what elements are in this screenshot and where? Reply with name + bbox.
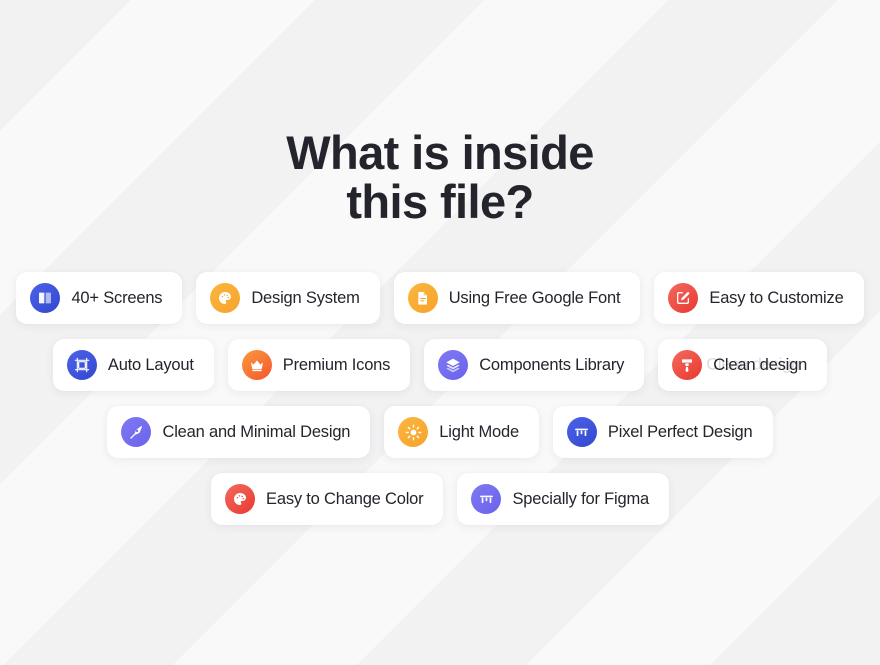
feature-card-components-library[interactable]: Components Library xyxy=(424,339,645,391)
feature-card-40-screens[interactable]: 40+ Screens xyxy=(16,272,183,324)
crown-icon xyxy=(241,350,272,380)
feature-card-label: Light Mode xyxy=(439,422,519,441)
feature-card-label: 40+ Screens xyxy=(71,288,163,307)
feature-row: Easy to Change Color Specially for Figma xyxy=(0,473,880,525)
feature-card-premium-icons[interactable]: Premium Icons xyxy=(227,339,411,391)
feature-card-label: Specially for Figma xyxy=(512,489,649,508)
feature-row: 40+ Screens Design System Using Free Goo… xyxy=(0,272,880,324)
feature-card-clean-design[interactable]: Clean design Clean design xyxy=(658,339,828,391)
palette-icon xyxy=(225,484,256,514)
feature-card-label: Auto Layout xyxy=(107,355,194,374)
feature-card-clean-minimal-design[interactable]: Clean and Minimal Design xyxy=(107,406,371,458)
book-icon xyxy=(30,283,61,313)
feature-card-label: Clean and Minimal Design xyxy=(162,422,351,441)
feature-card-design-system[interactable]: Design System xyxy=(196,272,380,324)
feature-card-grid: 40+ Screens Design System Using Free Goo… xyxy=(0,272,880,540)
paint-brush-icon xyxy=(672,350,703,380)
feature-card-pixel-perfect-design[interactable]: Pixel Perfect Design xyxy=(552,406,773,458)
edit-pencil-icon xyxy=(668,283,699,313)
feature-card-specially-for-figma[interactable]: Specially for Figma xyxy=(457,473,669,525)
feature-card-label: Components Library xyxy=(479,355,625,374)
feature-card-label: Pixel Perfect Design xyxy=(607,422,753,441)
feature-card-auto-layout[interactable]: Auto Layout xyxy=(52,339,214,391)
feature-card-label: Easy to Change Color xyxy=(266,489,424,508)
pen-nib-icon xyxy=(121,417,152,447)
page-title-line-1: What is inside xyxy=(286,126,594,179)
feature-row: Clean and Minimal Design Light Mode Pixe… xyxy=(0,406,880,458)
feature-card-google-font[interactable]: Using Free Google Font xyxy=(393,272,641,324)
feature-card-label: Premium Icons xyxy=(282,355,391,374)
feature-card-label: Design System xyxy=(251,288,360,307)
page-title: What is inside this file? xyxy=(286,128,594,226)
sun-icon xyxy=(398,417,429,447)
pixel-grid-icon xyxy=(471,484,502,514)
layers-icon xyxy=(438,350,469,380)
feature-card-easy-customize[interactable]: Easy to Customize xyxy=(654,272,864,324)
pixel-grid-icon xyxy=(566,417,597,447)
feature-card-easy-change-color[interactable]: Easy to Change Color xyxy=(211,473,444,525)
page-container: What is inside this file? 40+ Screens De… xyxy=(0,0,880,665)
page-title-line-2: this file? xyxy=(346,175,534,228)
feature-card-label: Using Free Google Font xyxy=(448,288,621,307)
feature-card-label: Clean design xyxy=(713,355,808,374)
palette-icon xyxy=(210,283,241,313)
feature-card-light-mode[interactable]: Light Mode xyxy=(384,406,539,458)
document-icon xyxy=(407,283,438,313)
frame-icon xyxy=(66,350,97,380)
feature-card-label: Easy to Customize xyxy=(709,288,844,307)
feature-row: Auto Layout Premium Icons Components Lib… xyxy=(0,339,880,391)
